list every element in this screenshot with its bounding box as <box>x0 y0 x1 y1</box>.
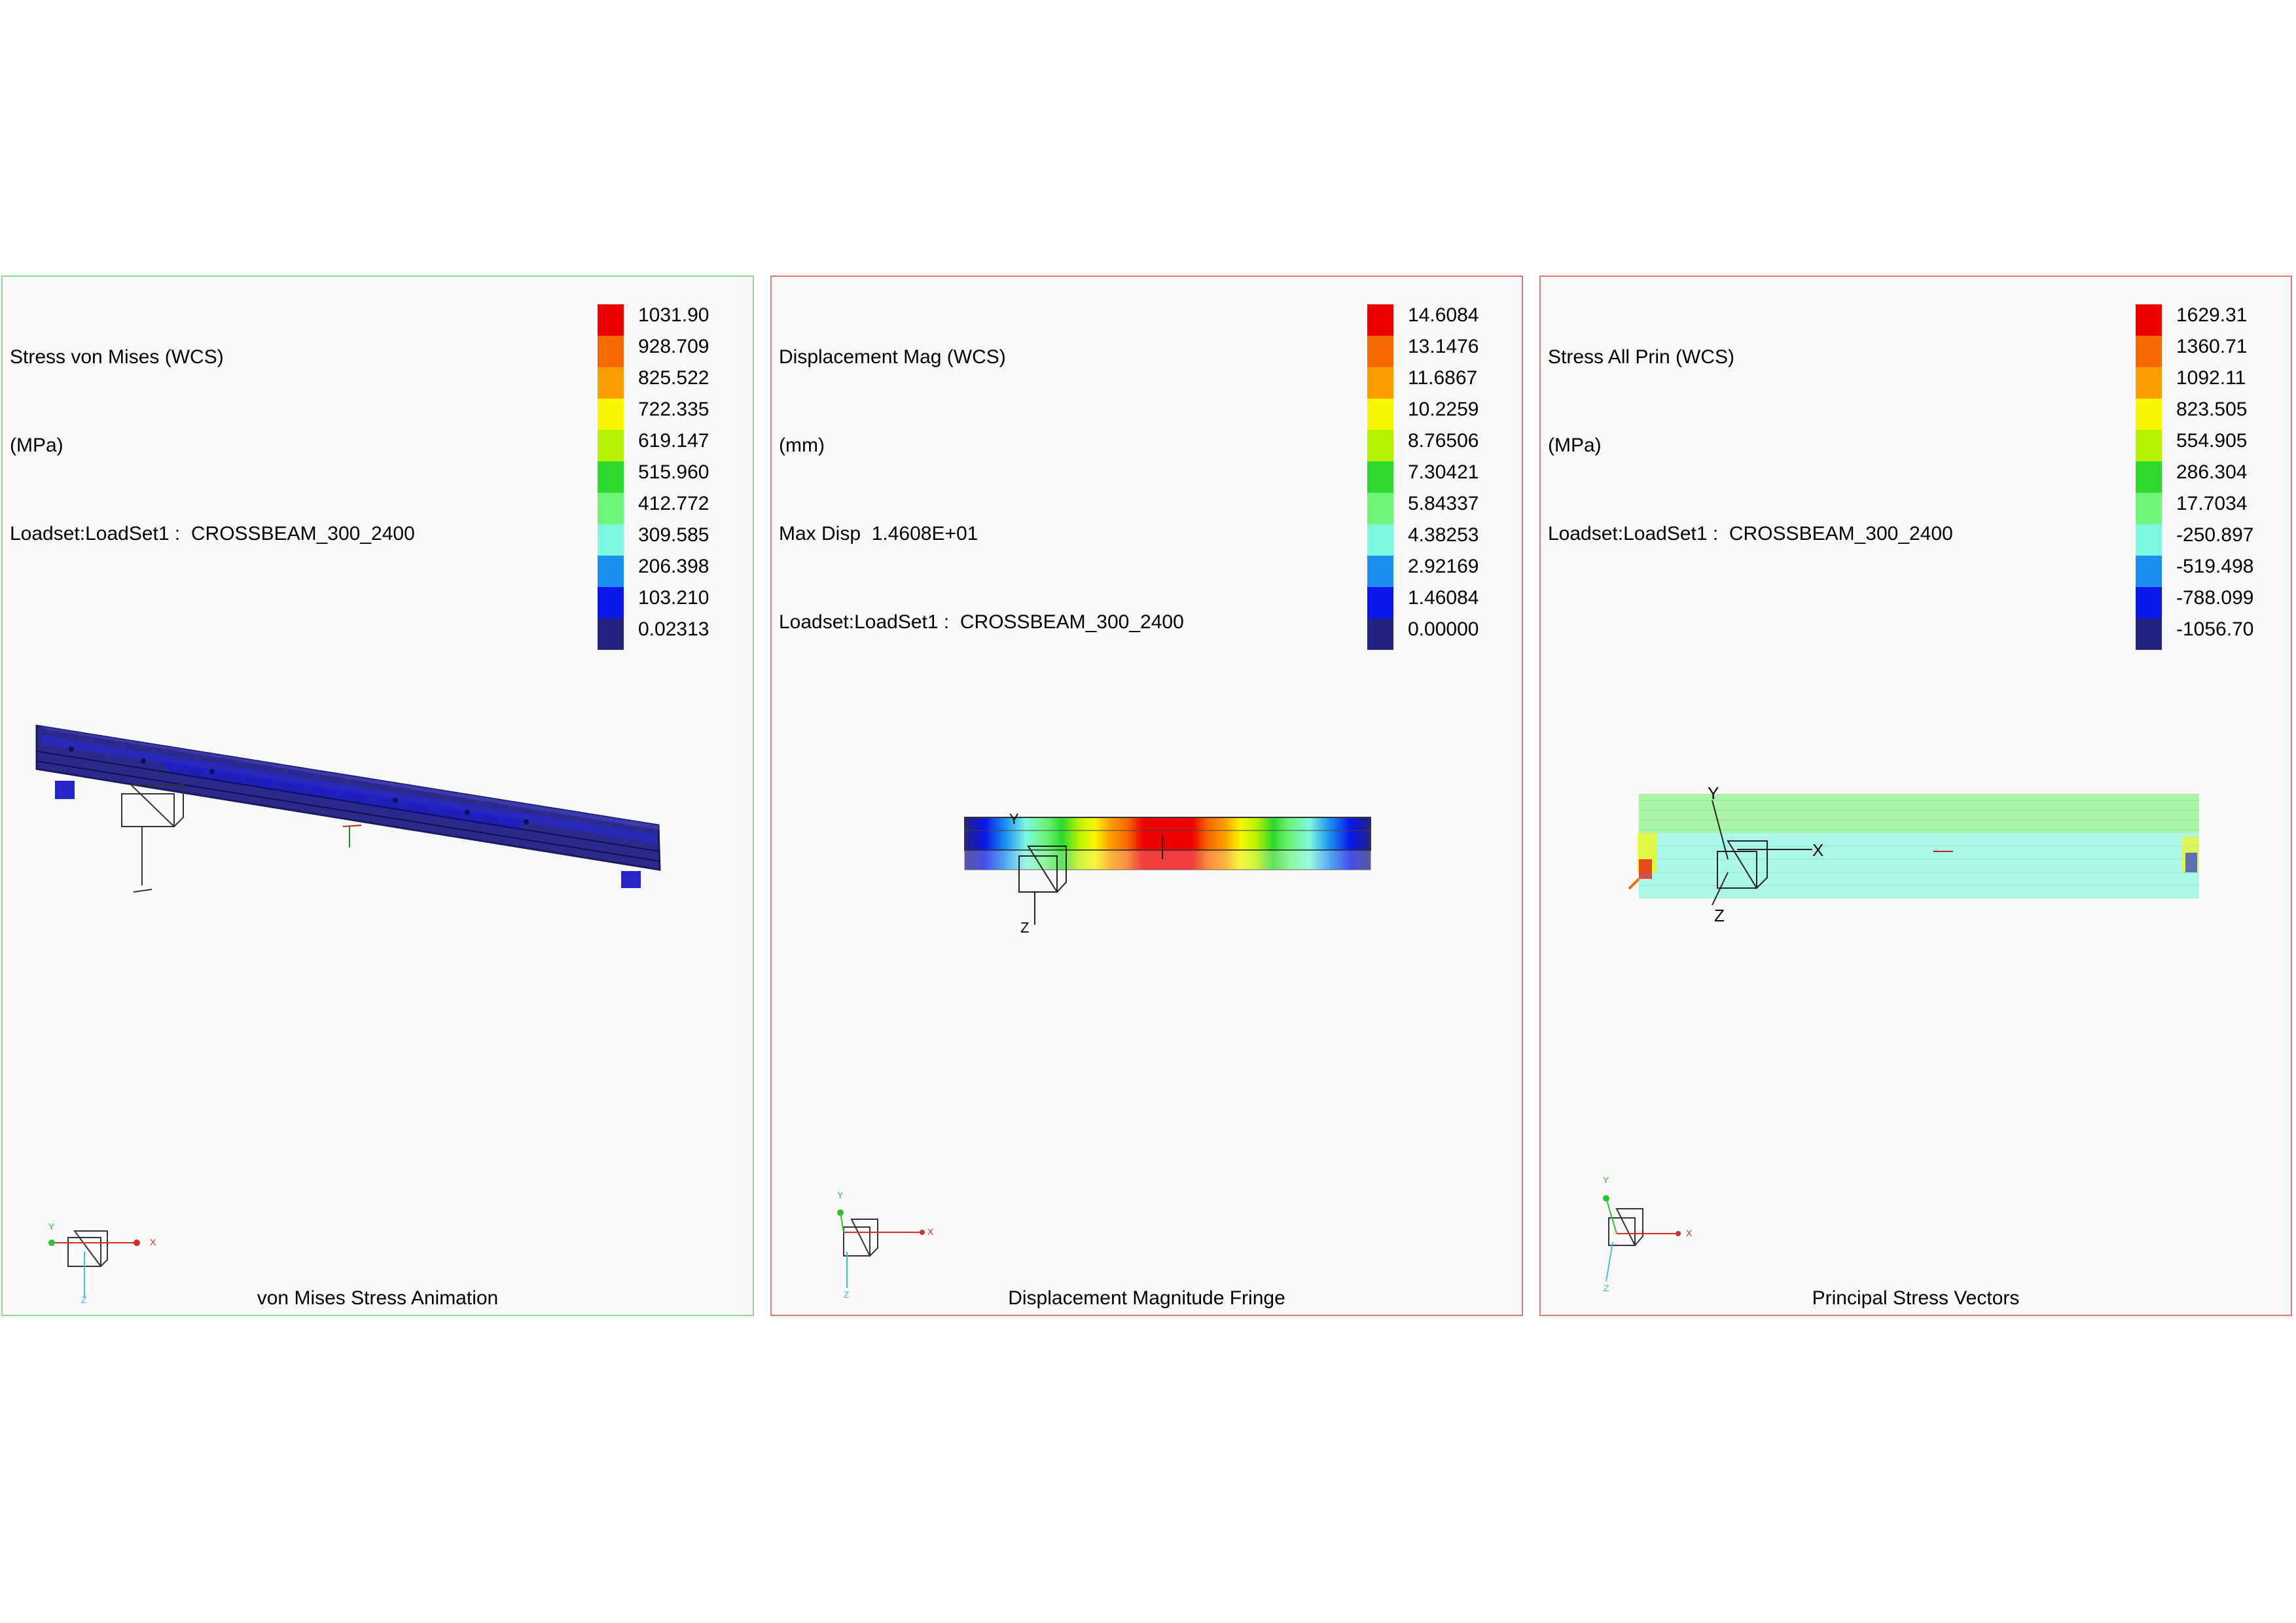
legend-value: 825.522 <box>638 367 709 389</box>
legend-swatch <box>1367 461 1393 493</box>
legend-swatch <box>2136 587 2162 618</box>
legend-swatch <box>1367 367 1393 399</box>
stress-concentration-right <box>2182 836 2198 872</box>
legend-swatch <box>598 587 624 618</box>
axis-x-label: X <box>150 1237 156 1247</box>
legend-swatch <box>598 493 624 524</box>
legend-value: 286.304 <box>2176 461 2248 483</box>
legend-swatch <box>598 556 624 587</box>
viewport-caption: von Mises Stress Animation <box>257 1287 499 1309</box>
legend-swatch <box>1367 304 1393 336</box>
axis-y-label-model: Y <box>1009 811 1019 827</box>
legend-swatch <box>2136 493 2162 524</box>
legend-value: 309.585 <box>638 524 709 546</box>
axis-y-label: Y <box>48 1221 55 1232</box>
legend-swatch <box>598 618 624 650</box>
axis-y-label-model: Y <box>1708 783 1719 803</box>
legend-swatch <box>598 336 624 367</box>
axis-x-label: X <box>1686 1228 1693 1238</box>
view-orientation-icon: X Y Z <box>837 1190 934 1300</box>
legend-value: 0.00000 <box>1408 618 1479 640</box>
legend-value: -250.897 <box>2176 524 2254 546</box>
legend-value: 10.2259 <box>1408 399 1479 420</box>
legend-swatch <box>598 304 624 336</box>
legend-value: 7.30421 <box>1408 461 1479 483</box>
legend-swatch <box>598 430 624 461</box>
legend-swatch <box>598 399 624 430</box>
legend-swatch <box>2136 367 2162 399</box>
legend-swatch <box>1367 336 1393 367</box>
legend-value: 928.709 <box>638 336 709 357</box>
legend-value: 722.335 <box>638 399 709 420</box>
legend-value: 412.772 <box>638 493 709 514</box>
legend-swatch <box>1367 587 1393 618</box>
legend-swatch <box>2136 618 2162 650</box>
legend-swatch <box>1367 399 1393 430</box>
legend-value: 13.1476 <box>1408 336 1479 357</box>
axis-y-label: Y <box>1603 1175 1609 1185</box>
legend-value: 206.398 <box>638 556 709 577</box>
legend-value: 8.76506 <box>1408 430 1479 452</box>
legend-swatch <box>2136 556 2162 587</box>
legend-swatch <box>2136 336 2162 367</box>
legend-value: 1092.11 <box>2176 367 2246 389</box>
legend-value: 103.210 <box>638 587 709 609</box>
axis-z-label-model: Z <box>1020 919 1029 936</box>
axis-y-label: Y <box>837 1190 844 1200</box>
legend-swatch <box>598 367 624 399</box>
legend-swatch <box>1367 493 1393 524</box>
axis-z-label-model: Z <box>1714 906 1725 925</box>
legend-swatch <box>1367 618 1393 650</box>
legend-value: -788.099 <box>2176 587 2254 609</box>
legend-swatch <box>2136 524 2162 556</box>
legend-value: -519.498 <box>2176 556 2254 577</box>
legend-value: 11.6867 <box>1408 367 1478 389</box>
legend-value: -1056.70 <box>2176 618 2254 640</box>
legend-value: 5.84337 <box>1408 493 1479 514</box>
legend-swatch <box>2136 304 2162 336</box>
legend-swatch <box>2136 430 2162 461</box>
legend-swatch <box>1367 556 1393 587</box>
legend-value: 2.92169 <box>1408 556 1479 577</box>
legend-value: 1.46084 <box>1408 587 1479 609</box>
legend-swatch <box>2136 399 2162 430</box>
legend-value: 619.147 <box>638 430 709 452</box>
support-foot-right <box>621 871 641 888</box>
axis-x-label-model: X <box>1812 840 1823 860</box>
legend-value: 1629.31 <box>2176 304 2248 326</box>
principal-stress-viewport[interactable]: Stress All Prin (WCS) (MPa) Loadset:Load… <box>1539 276 2292 1316</box>
von-mises-viewport[interactable]: Stress von Mises (WCS) (MPa) Loadset:Loa… <box>1 276 754 1316</box>
axis-x-label: X <box>927 1226 934 1237</box>
legend-swatch <box>598 461 624 493</box>
legend-value: 554.905 <box>2176 430 2248 452</box>
legend-value: 14.6084 <box>1408 304 1479 326</box>
displacement-viewport[interactable]: Displacement Mag (WCS) (mm) Max Disp 1.4… <box>770 276 1523 1316</box>
legend-value: 17.7034 <box>2176 493 2248 514</box>
legend-value: 515.960 <box>638 461 709 483</box>
legend-swatch <box>1367 430 1393 461</box>
legend-swatch <box>2136 461 2162 493</box>
support-foot-left <box>55 781 75 799</box>
viewport-caption: Displacement Magnitude Fringe <box>1008 1287 1285 1309</box>
legend-value: 4.38253 <box>1408 524 1479 546</box>
legend-value: 0.02313 <box>638 618 709 640</box>
view-orientation-icon: X Y Z <box>1603 1175 1693 1293</box>
model-csys-icon <box>121 784 184 893</box>
legend-value: 1360.71 <box>2176 336 2248 357</box>
legend-value: 1031.90 <box>638 304 709 326</box>
legend-value: 823.505 <box>2176 399 2248 420</box>
legend-swatch <box>1367 524 1393 556</box>
viewport-caption: Principal Stress Vectors <box>1812 1287 2020 1309</box>
legend-swatch <box>598 524 624 556</box>
